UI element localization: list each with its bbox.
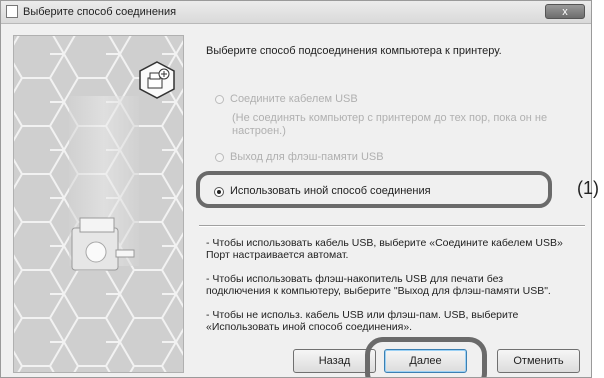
window-title: Выберите способ соединения — [23, 6, 177, 18]
option-usb-note: (Не соединять компьютер с принтером до т… — [232, 112, 572, 138]
option-usb-cable[interactable]: Соедините кабелем USB — [215, 93, 358, 105]
separator — [199, 225, 585, 227]
printer-connection-icon — [139, 61, 175, 99]
note-flash: - Чтобы использовать флэш-накопитель USB… — [206, 273, 586, 297]
back-button[interactable]: Назад — [293, 349, 376, 373]
note-flash-line1: - Чтобы использовать флэш-накопитель USB… — [206, 273, 504, 285]
option-usb-flash[interactable]: Выход для флэш-памяти USB — [215, 151, 384, 163]
radio-usb-flash[interactable] — [215, 152, 224, 162]
option-other-label: Использовать иной способ соединения — [230, 185, 431, 197]
note-usb-line1: - Чтобы использовать кабель USB, выберит… — [206, 237, 563, 249]
note-usb-line2: Порт настраивается автомат. — [206, 249, 349, 261]
option-usb-note-line2: настроен.) — [232, 125, 286, 137]
option-usb-note-line1: (Не соединять компьютер с принтером до т… — [232, 112, 548, 124]
option-flash-label: Выход для флэш-памяти USB — [230, 151, 384, 163]
callout-label: (1) — [577, 178, 599, 198]
radio-other-connection[interactable] — [214, 187, 224, 197]
option-usb-label: Соедините кабелем USB — [230, 93, 358, 105]
radio-usb-cable[interactable] — [215, 94, 224, 104]
close-button[interactable]: x — [545, 4, 585, 19]
title-bar[interactable]: Выберите способ соединения x — [1, 1, 591, 24]
note-other: - Чтобы не использ. кабель USB или флэш-… — [206, 309, 586, 333]
note-other-line2: «Использовать иной способ соединения». — [206, 321, 413, 333]
note-other-line1: - Чтобы не использ. кабель USB или флэш-… — [206, 309, 519, 321]
next-button-highlight — [365, 337, 487, 377]
side-illustration — [13, 35, 184, 373]
app-icon — [6, 5, 18, 18]
note-flash-line2: подключения к компьютеру, выберите "Выхо… — [206, 285, 551, 297]
option-other-connection[interactable]: Использовать иной способ соединения — [196, 171, 552, 208]
note-usb: - Чтобы использовать кабель USB, выберит… — [206, 237, 586, 261]
cancel-button[interactable]: Отменить — [497, 349, 580, 373]
instruction-heading: Выберите способ подсоединения компьютера… — [206, 45, 502, 57]
dialog-window: Выберите способ соединения x Выберите сп… — [0, 0, 592, 378]
